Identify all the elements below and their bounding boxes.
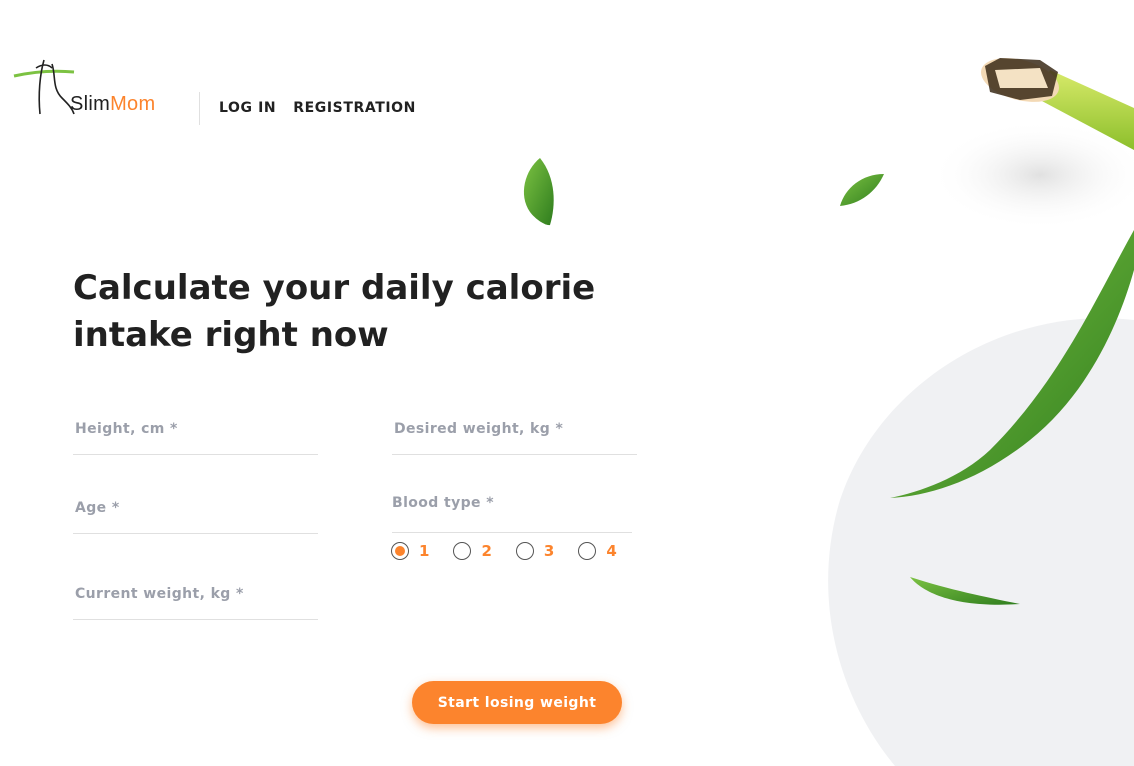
blood-type-label: Blood type * bbox=[392, 495, 632, 533]
start-losing-weight-button[interactable]: Start losing weight bbox=[412, 681, 622, 724]
blood-type-radio-2[interactable]: 2 bbox=[453, 542, 492, 560]
current-weight-input[interactable] bbox=[73, 586, 315, 602]
radio-selected-dot bbox=[395, 546, 405, 556]
leaf-icon bbox=[910, 577, 1020, 605]
height-input[interactable] bbox=[73, 421, 315, 437]
header: SlimMom LOG IN REGISTRATION bbox=[0, 0, 700, 150]
logo-text-mom: Mom bbox=[110, 93, 156, 115]
leaf-icon bbox=[840, 174, 884, 206]
blood-type-radio-group: 1 2 3 4 bbox=[391, 542, 641, 560]
main-nav: LOG IN REGISTRATION bbox=[219, 100, 416, 116]
height-field-wrapper bbox=[73, 418, 318, 455]
blood-type-option-label: 3 bbox=[543, 542, 555, 560]
desired-weight-input[interactable] bbox=[392, 421, 634, 437]
age-input[interactable] bbox=[73, 500, 315, 516]
blood-type-radio-4[interactable]: 4 bbox=[578, 542, 617, 560]
leaf-icon bbox=[523, 158, 554, 226]
radio-circle[interactable] bbox=[578, 542, 597, 560]
desired-weight-field-wrapper bbox=[392, 418, 637, 455]
page-title: Calculate your daily calorie intake righ… bbox=[73, 268, 596, 355]
radio-circle[interactable] bbox=[453, 542, 472, 560]
blood-type-option-label: 4 bbox=[606, 542, 617, 560]
blood-type-option-label: 1 bbox=[419, 542, 430, 560]
nav-login-link[interactable]: LOG IN bbox=[219, 100, 276, 116]
age-field-wrapper bbox=[73, 497, 318, 534]
blood-type-radio-1[interactable]: 1 bbox=[391, 542, 429, 560]
slimmom-logo[interactable]: SlimMom bbox=[12, 54, 187, 120]
blood-type-radio-3[interactable]: 3 bbox=[515, 542, 555, 560]
radio-circle[interactable] bbox=[391, 542, 409, 560]
logo-text: SlimMom bbox=[70, 93, 155, 116]
logo-text-slim: Slim bbox=[70, 93, 111, 115]
nav-registration-link[interactable]: REGISTRATION bbox=[293, 100, 416, 116]
radio-circle[interactable] bbox=[515, 542, 534, 560]
current-weight-field-wrapper bbox=[73, 583, 318, 620]
gray-blob bbox=[828, 318, 1134, 766]
blood-type-option-label: 2 bbox=[481, 542, 492, 560]
leaf-icon bbox=[890, 230, 1134, 498]
header-divider bbox=[199, 92, 200, 125]
bamboo-stick-icon bbox=[981, 58, 1134, 150]
